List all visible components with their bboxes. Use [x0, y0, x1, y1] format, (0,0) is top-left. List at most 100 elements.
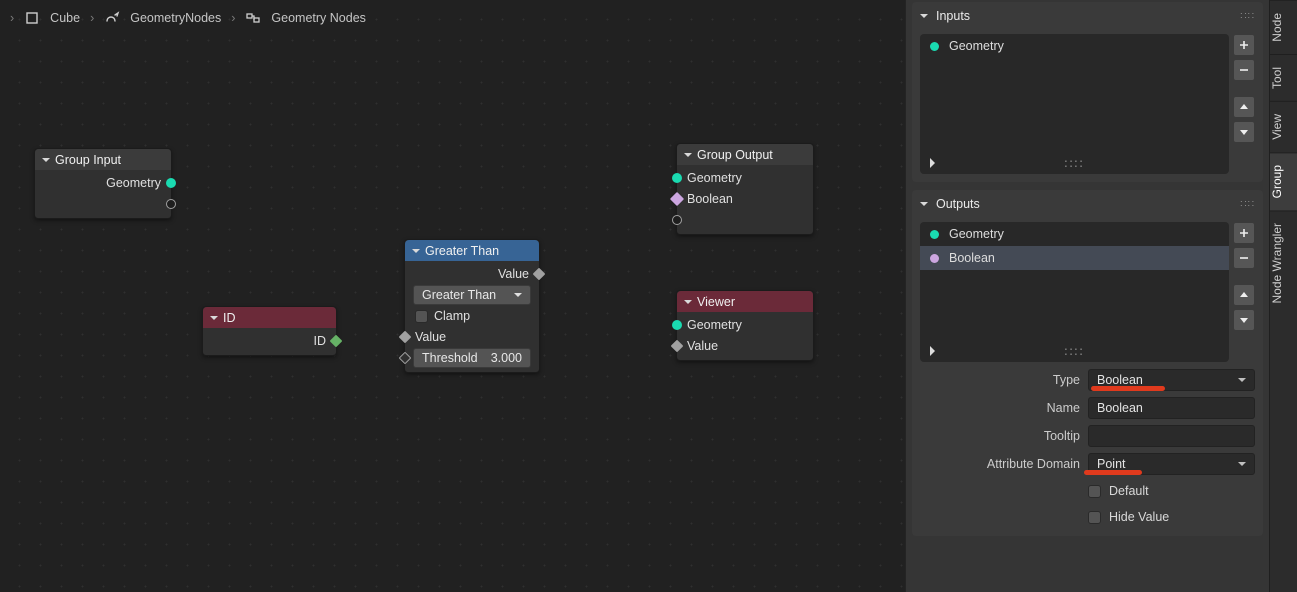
tab-group[interactable]: Group	[1270, 152, 1297, 210]
checkbox-icon	[1088, 485, 1101, 498]
tab-node[interactable]: Node	[1270, 0, 1297, 54]
tab-tool[interactable]: Tool	[1270, 54, 1297, 101]
nodetree-icon	[245, 10, 261, 26]
name-field[interactable]: Boolean	[1088, 397, 1255, 419]
node-id[interactable]: ID ID	[202, 306, 337, 356]
socket-boolean-in[interactable]: Boolean	[677, 188, 813, 209]
chevron-right-icon: ›	[10, 11, 14, 25]
node-editor[interactable]: › Cube › GeometryNodes › Geometry Nodes …	[0, 0, 905, 592]
type-label: Type	[920, 373, 1080, 387]
modifier-icon	[104, 10, 120, 26]
socket-boolean-icon	[930, 254, 939, 263]
socket-dot[interactable]	[166, 178, 176, 188]
domain-label: Attribute Domain	[920, 457, 1080, 471]
remove-button[interactable]	[1233, 247, 1255, 269]
checkbox-icon	[1088, 511, 1101, 524]
socket-value-out[interactable]: Value	[405, 263, 539, 284]
tab-view[interactable]: View	[1270, 101, 1297, 152]
list-footer: ∷∷	[920, 340, 1229, 362]
socket-id-out[interactable]: ID	[203, 330, 336, 351]
socket-virtual-in[interactable]	[677, 209, 813, 230]
annotation-mark	[1084, 470, 1142, 475]
node-header[interactable]: ID	[203, 307, 336, 328]
chevron-right-icon: ›	[90, 11, 94, 25]
node-greater-than[interactable]: Greater Than Value Greater Than Clamp Va…	[404, 239, 540, 373]
inputs-list-buttons	[1233, 34, 1255, 174]
chevron-down-icon	[684, 300, 692, 308]
move-up-button[interactable]	[1233, 284, 1255, 306]
move-down-button[interactable]	[1233, 121, 1255, 143]
list-footer: ∷∷	[920, 152, 1229, 174]
side-panel: Inputs ∷∷ Geometry ∷∷	[905, 0, 1269, 592]
drag-icon[interactable]: ∷∷	[1240, 11, 1255, 22]
inputs-list[interactable]: Geometry ∷∷	[920, 34, 1229, 174]
socket-geometry-icon	[930, 42, 939, 51]
outputs-list[interactable]: Geometry Boolean ∷∷	[920, 222, 1229, 362]
tooltip-label: Tooltip	[920, 429, 1080, 443]
output-properties-form: Type Boolean Name Boolean Tooltip Attrib…	[912, 362, 1263, 536]
socket-geometry-in[interactable]: Geometry	[677, 167, 813, 188]
node-title: Group Input	[55, 153, 121, 167]
outputs-list-buttons	[1233, 222, 1255, 362]
node-header[interactable]: Group Output	[677, 144, 813, 165]
clamp-checkbox[interactable]: Clamp	[405, 306, 539, 326]
chevron-down-icon	[920, 202, 928, 210]
tooltip-field[interactable]	[1088, 425, 1255, 447]
breadcrumb-tree[interactable]: Geometry Nodes	[271, 11, 365, 25]
checkbox-icon	[415, 310, 428, 323]
chevron-down-icon	[210, 316, 218, 324]
node-header[interactable]: Greater Than	[405, 240, 539, 261]
node-viewer[interactable]: Viewer Geometry Value	[676, 290, 814, 361]
play-icon[interactable]	[930, 346, 940, 356]
list-item[interactable]: Boolean	[920, 246, 1229, 270]
node-group-output[interactable]: Group Output Geometry Boolean	[676, 143, 814, 235]
move-up-button[interactable]	[1233, 96, 1255, 118]
drag-icon[interactable]: ∷∷	[1240, 199, 1255, 210]
chevron-down-icon	[920, 14, 928, 22]
inputs-header[interactable]: Inputs ∷∷	[912, 2, 1263, 30]
mode-dropdown[interactable]: Greater Than	[413, 285, 531, 305]
breadcrumb-modifier[interactable]: GeometryNodes	[130, 11, 221, 25]
socket-geometry-out[interactable]: Geometry	[35, 172, 171, 193]
node-header[interactable]: Viewer	[677, 291, 813, 312]
breadcrumb-object[interactable]: Cube	[50, 11, 80, 25]
outputs-section: Outputs ∷∷ Geometry Boolean ∷∷	[912, 190, 1263, 536]
node-title: Group Output	[697, 148, 773, 162]
list-item[interactable]: Geometry	[920, 222, 1229, 246]
chevron-down-icon	[42, 158, 50, 166]
tab-node-wrangler[interactable]: Node Wrangler	[1270, 210, 1297, 315]
node-title: ID	[223, 311, 236, 325]
socket-dot[interactable]	[166, 199, 176, 209]
socket-geometry-in[interactable]: Geometry	[677, 314, 813, 335]
chevron-right-icon: ›	[231, 11, 235, 25]
socket-virtual-out[interactable]	[35, 193, 171, 214]
socket-value-in[interactable]: Value	[405, 326, 539, 347]
vertical-tabs: Node Tool View Group Node Wrangler	[1269, 0, 1297, 592]
remove-button[interactable]	[1233, 59, 1255, 81]
hide-value-checkbox[interactable]: Hide Value	[920, 504, 1255, 530]
node-title: Viewer	[697, 295, 735, 309]
default-checkbox[interactable]: Default	[920, 478, 1255, 504]
socket-threshold-in[interactable]: Threshold 3.000	[405, 347, 539, 368]
node-title: Greater Than	[425, 244, 499, 258]
resize-grip-icon[interactable]: ∷∷	[1065, 344, 1085, 359]
socket-dot[interactable]	[672, 320, 682, 330]
annotation-mark	[1091, 386, 1165, 391]
socket-dot[interactable]	[672, 215, 682, 225]
inputs-section: Inputs ∷∷ Geometry ∷∷	[912, 2, 1263, 182]
add-button[interactable]	[1233, 34, 1255, 56]
play-icon[interactable]	[930, 158, 940, 168]
socket-geometry-icon	[930, 230, 939, 239]
socket-value-in[interactable]: Value	[677, 335, 813, 356]
list-item[interactable]: Geometry	[920, 34, 1229, 58]
node-header[interactable]: Group Input	[35, 149, 171, 170]
object-icon	[24, 10, 40, 26]
node-group-input[interactable]: Group Input Geometry	[34, 148, 172, 219]
socket-dot[interactable]	[672, 173, 682, 183]
resize-grip-icon[interactable]: ∷∷	[1065, 156, 1085, 171]
add-button[interactable]	[1233, 222, 1255, 244]
breadcrumb: › Cube › GeometryNodes › Geometry Nodes	[0, 0, 905, 36]
chevron-down-icon	[684, 153, 692, 161]
outputs-header[interactable]: Outputs ∷∷	[912, 190, 1263, 218]
move-down-button[interactable]	[1233, 309, 1255, 331]
